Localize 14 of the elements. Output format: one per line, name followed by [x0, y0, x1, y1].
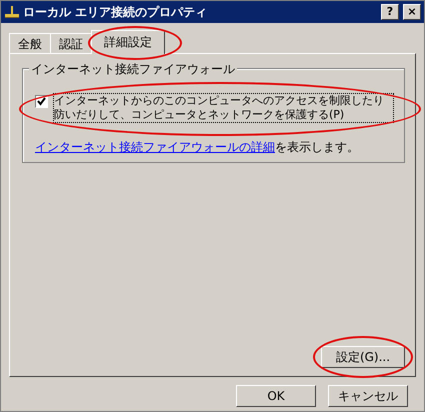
- tab[interactable]: 詳細設定: [91, 30, 165, 54]
- help-button[interactable]: ?: [381, 4, 399, 20]
- cancel-button[interactable]: キャンセル: [328, 385, 408, 407]
- tab[interactable]: 全般: [9, 33, 51, 53]
- details-link[interactable]: インターネット接続ファイアウォールの詳細: [35, 140, 275, 154]
- checkbox[interactable]: [35, 95, 48, 108]
- checkbox-label[interactable]: インターネットからのこのコンピュータへのアクセスを制限したり防いだりして、コンピュータとネットワークを保護する(P): [53, 93, 394, 123]
- ok-button[interactable]: OK: [236, 385, 316, 407]
- group-title: インターネット接続ファイアウォール: [29, 61, 237, 78]
- close-button[interactable]: ×: [403, 4, 421, 20]
- settings-button[interactable]: 設定(G)...: [321, 346, 405, 368]
- tab[interactable]: 認証: [50, 33, 92, 53]
- info-text: インターネット接続ファイアウォールの詳細を表示します。: [35, 139, 360, 156]
- window-title: ローカル エリア接続のプロパティ: [23, 4, 208, 20]
